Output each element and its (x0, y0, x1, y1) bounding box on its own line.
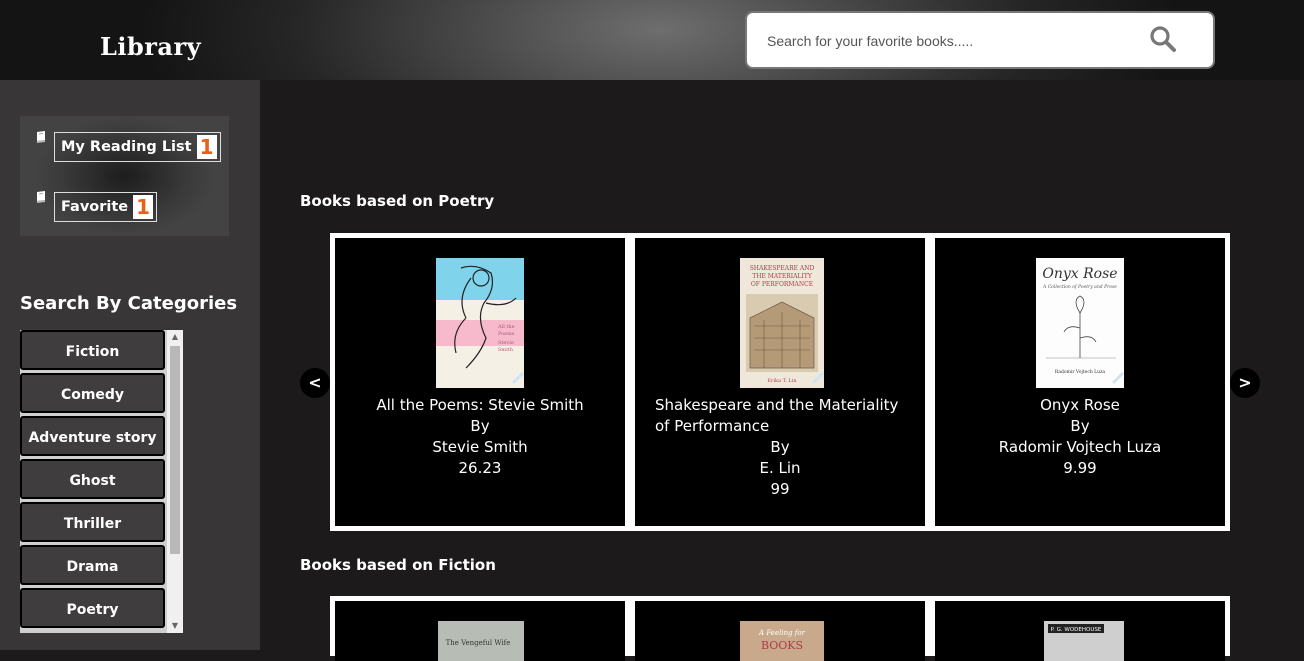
svg-text:THE MATERIALITY: THE MATERIALITY (752, 273, 813, 280)
book-cover-image[interactable]: SHAKESPEARE AND THE MATERIALITY OF PERFO… (738, 258, 826, 388)
poetry-carousel: All the Poems Stevie Smith All the Poems… (330, 233, 1230, 531)
section-title-fiction: Books based on Fiction (300, 556, 496, 574)
book-card[interactable]: A Feeling for BOOKS (635, 601, 925, 661)
svg-text:Stevie: Stevie (498, 340, 514, 346)
search-bar (745, 11, 1215, 69)
book-author: Radomir Vojtech Luza (998, 438, 1162, 456)
section-title-poetry: Books based on Poetry (300, 192, 495, 210)
svg-text:SHAKESPEARE AND: SHAKESPEARE AND (750, 265, 815, 272)
favorite-label: Favorite (61, 199, 129, 215)
sidebar: My Reading List 1 Favorite 1 Search By C… (0, 80, 260, 650)
book-cover-image[interactable]: Onyx Rose A Collection of Poetry and Pro… (1036, 258, 1124, 388)
carousel-prev-button[interactable]: < (300, 368, 330, 398)
logo[interactable]: Library (100, 32, 201, 61)
reading-list-count-badge: 1 (196, 135, 217, 159)
category-adventure-button[interactable]: Adventure story (20, 416, 165, 456)
categories-title: Search By Categories (20, 293, 238, 314)
svg-text:Smith: Smith (498, 347, 514, 353)
category-ghost-button[interactable]: Ghost (20, 459, 165, 499)
carousel-next-button[interactable]: > (1230, 368, 1260, 398)
reading-list-row: My Reading List 1 (34, 131, 221, 162)
book-price: 26.23 (458, 459, 502, 477)
book-info: Shakespeare and the Materiality of Perfo… (655, 395, 905, 500)
svg-text:A Feeling for: A Feeling for (758, 629, 806, 637)
header: Library (0, 0, 1304, 80)
svg-text:A Collection of Poetry and Pro: A Collection of Poetry and Prose (1042, 284, 1117, 290)
svg-text:All the: All the (497, 324, 515, 330)
search-input[interactable] (765, 27, 1129, 55)
svg-text:Erika T. Lin: Erika T. Lin (767, 378, 797, 384)
book-by: By (470, 417, 490, 435)
book-info: All the Poems: Stevie Smith By Stevie Sm… (355, 395, 605, 479)
scroll-down-arrow-icon[interactable]: ▼ (167, 619, 183, 633)
book-card[interactable]: P. G. WODEHOUSE (935, 601, 1225, 661)
fiction-carousel: The Vengeful Wife A Feeling for BOOKS P.… (330, 596, 1230, 661)
book-price: 9.99 (1063, 459, 1097, 477)
book-card[interactable]: The Vengeful Wife (335, 601, 625, 661)
book-card[interactable]: SHAKESPEARE AND THE MATERIALITY OF PERFO… (635, 238, 925, 526)
category-poetry-button[interactable]: Poetry (20, 588, 165, 628)
scroll-up-arrow-icon[interactable]: ▲ (167, 330, 183, 344)
category-list[interactable]: Fiction Comedy Adventure story Ghost Thr… (20, 330, 183, 633)
book-icon (37, 131, 45, 143)
book-author: Stevie Smith (432, 438, 528, 456)
book-info: Onyx Rose By Radomir Vojtech Luza 9.99 (955, 395, 1205, 479)
user-panel: My Reading List 1 Favorite 1 (20, 116, 229, 236)
book-cover-image[interactable]: P. G. WODEHOUSE (1040, 621, 1128, 661)
category-scrollbar[interactable]: ▲ ▼ (167, 330, 183, 633)
svg-text:P. G. WODEHOUSE: P. G. WODEHOUSE (1051, 627, 1102, 633)
scroll-thumb[interactable] (170, 346, 180, 554)
svg-text:Poems: Poems (498, 331, 515, 337)
svg-text:OF PERFORMANCE: OF PERFORMANCE (751, 281, 813, 288)
favorite-count-badge: 1 (133, 195, 154, 219)
book-by: By (770, 438, 790, 456)
book-title[interactable]: All the Poems: Stevie Smith (355, 395, 605, 416)
book-cover-image[interactable]: The Vengeful Wife (437, 621, 525, 661)
svg-text:The Vengeful Wife: The Vengeful Wife (446, 639, 511, 647)
book-card[interactable]: Onyx Rose A Collection of Poetry and Pro… (935, 238, 1225, 526)
svg-text:BOOKS: BOOKS (761, 639, 803, 652)
category-fiction-button[interactable]: Fiction (20, 330, 165, 370)
book-price: 99 (770, 480, 790, 498)
search-icon[interactable] (1149, 25, 1177, 53)
book-cover-image[interactable]: A Feeling for BOOKS (738, 621, 826, 661)
reading-list-label: My Reading List (61, 139, 192, 155)
book-by: By (1070, 417, 1090, 435)
book-title[interactable]: Shakespeare and the Materiality of Perfo… (655, 395, 905, 437)
book-title[interactable]: Onyx Rose (955, 395, 1205, 416)
book-card[interactable]: All the Poems Stevie Smith All the Poems… (335, 238, 625, 526)
category-comedy-button[interactable]: Comedy (20, 373, 165, 413)
svg-text:Radomir Vojtech Luza: Radomir Vojtech Luza (1055, 369, 1106, 375)
category-thriller-button[interactable]: Thriller (20, 502, 165, 542)
reading-list-button[interactable]: My Reading List 1 (54, 132, 221, 162)
favorite-row: Favorite 1 (34, 191, 158, 222)
category-drama-button[interactable]: Drama (20, 545, 165, 585)
book-cover-image[interactable]: All the Poems Stevie Smith (436, 258, 524, 388)
favorite-button[interactable]: Favorite 1 (54, 192, 158, 222)
book-icon (37, 191, 45, 203)
svg-text:Onyx Rose: Onyx Rose (1042, 266, 1117, 282)
book-author: E. Lin (759, 459, 801, 477)
